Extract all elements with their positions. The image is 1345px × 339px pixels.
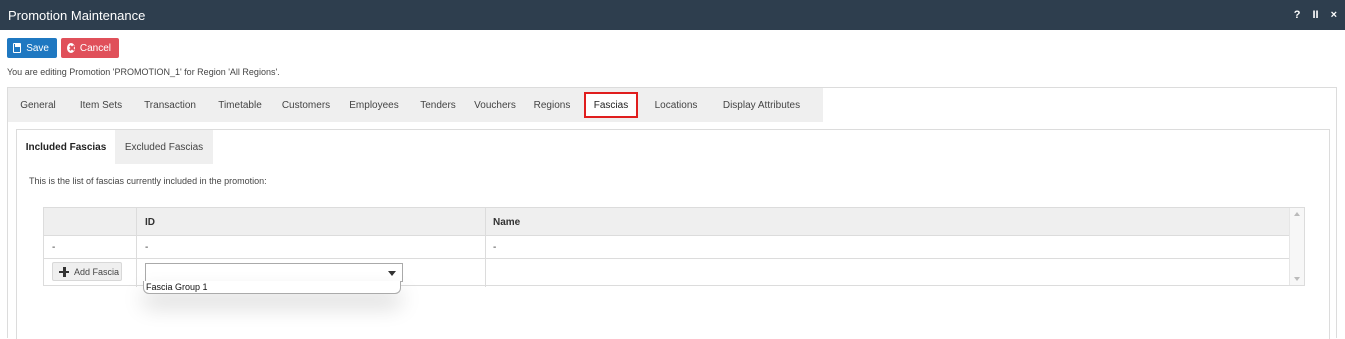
window-controls: ? II × (1294, 9, 1337, 21)
fascia-subtabs: Included Fascias Excluded Fascias (17, 130, 213, 164)
add-fascia-label: Add Fascia (74, 266, 120, 277)
tab-employees[interactable]: Employees (338, 88, 410, 122)
table-cell: - (145, 242, 149, 253)
dropdown-option-fascia-group-1[interactable]: Fascia Group 1 (143, 281, 401, 294)
tab-item-sets[interactable]: Item Sets (68, 88, 134, 122)
tab-timetable[interactable]: Timetable (206, 88, 274, 122)
scroll-up-icon[interactable] (1294, 212, 1300, 216)
add-fascia-button[interactable]: Add Fascia (52, 262, 122, 281)
table-cell: - (493, 242, 497, 253)
pause-icon[interactable]: II (1312, 9, 1318, 21)
cancel-button-label: Cancel (79, 42, 111, 54)
tab-excluded-fascias[interactable]: Excluded Fascias (115, 130, 213, 164)
fascia-id-select[interactable] (145, 263, 403, 282)
promotion-panel: General Item Sets Transaction Timetable … (7, 87, 1337, 339)
tab-display-attributes[interactable]: Display Attributes (710, 88, 813, 122)
grid-header (44, 208, 1290, 236)
tab-included-fascias[interactable]: Included Fascias (17, 130, 115, 164)
fascia-grid: ID Name - - - Add Fascia (43, 207, 1305, 287)
toolbar: Save Cancel (7, 38, 119, 58)
dropdown-arrow-icon (388, 271, 396, 276)
help-icon[interactable]: ? (1294, 9, 1301, 21)
save-button[interactable]: Save (7, 38, 57, 58)
tab-fascias[interactable]: Fascias (584, 92, 638, 118)
main-tabs: General Item Sets Transaction Timetable … (8, 88, 823, 122)
list-description: This is the list of fascias currently in… (29, 176, 267, 186)
cancel-circle-icon (67, 43, 75, 53)
tab-customers[interactable]: Customers (274, 88, 338, 122)
plus-icon (59, 266, 69, 277)
row-divider (44, 258, 1290, 259)
tab-locations[interactable]: Locations (642, 88, 710, 122)
cancel-button[interactable]: Cancel (61, 38, 119, 58)
window-title: Promotion Maintenance (8, 7, 146, 23)
table-cell: - (52, 242, 56, 253)
column-header-id: ID (145, 216, 155, 228)
tab-regions[interactable]: Regions (524, 88, 580, 122)
title-bar: Promotion Maintenance ? II × (0, 0, 1345, 30)
column-header-name: Name (493, 216, 521, 228)
tab-tenders[interactable]: Tenders (410, 88, 466, 122)
save-button-label: Save (26, 42, 49, 54)
scroll-down-icon[interactable] (1294, 277, 1300, 281)
editing-message: You are editing Promotion 'PROMOTION_1' … (7, 67, 280, 77)
tab-general[interactable]: General (8, 88, 68, 122)
tab-vouchers[interactable]: Vouchers (466, 88, 524, 122)
fascias-panel: Included Fascias Excluded Fascias This i… (16, 129, 1330, 339)
floppy-disk-icon (13, 43, 22, 53)
grid-scrollbar[interactable] (1289, 208, 1304, 285)
tab-transaction[interactable]: Transaction (134, 88, 206, 122)
close-icon[interactable]: × (1331, 9, 1337, 21)
